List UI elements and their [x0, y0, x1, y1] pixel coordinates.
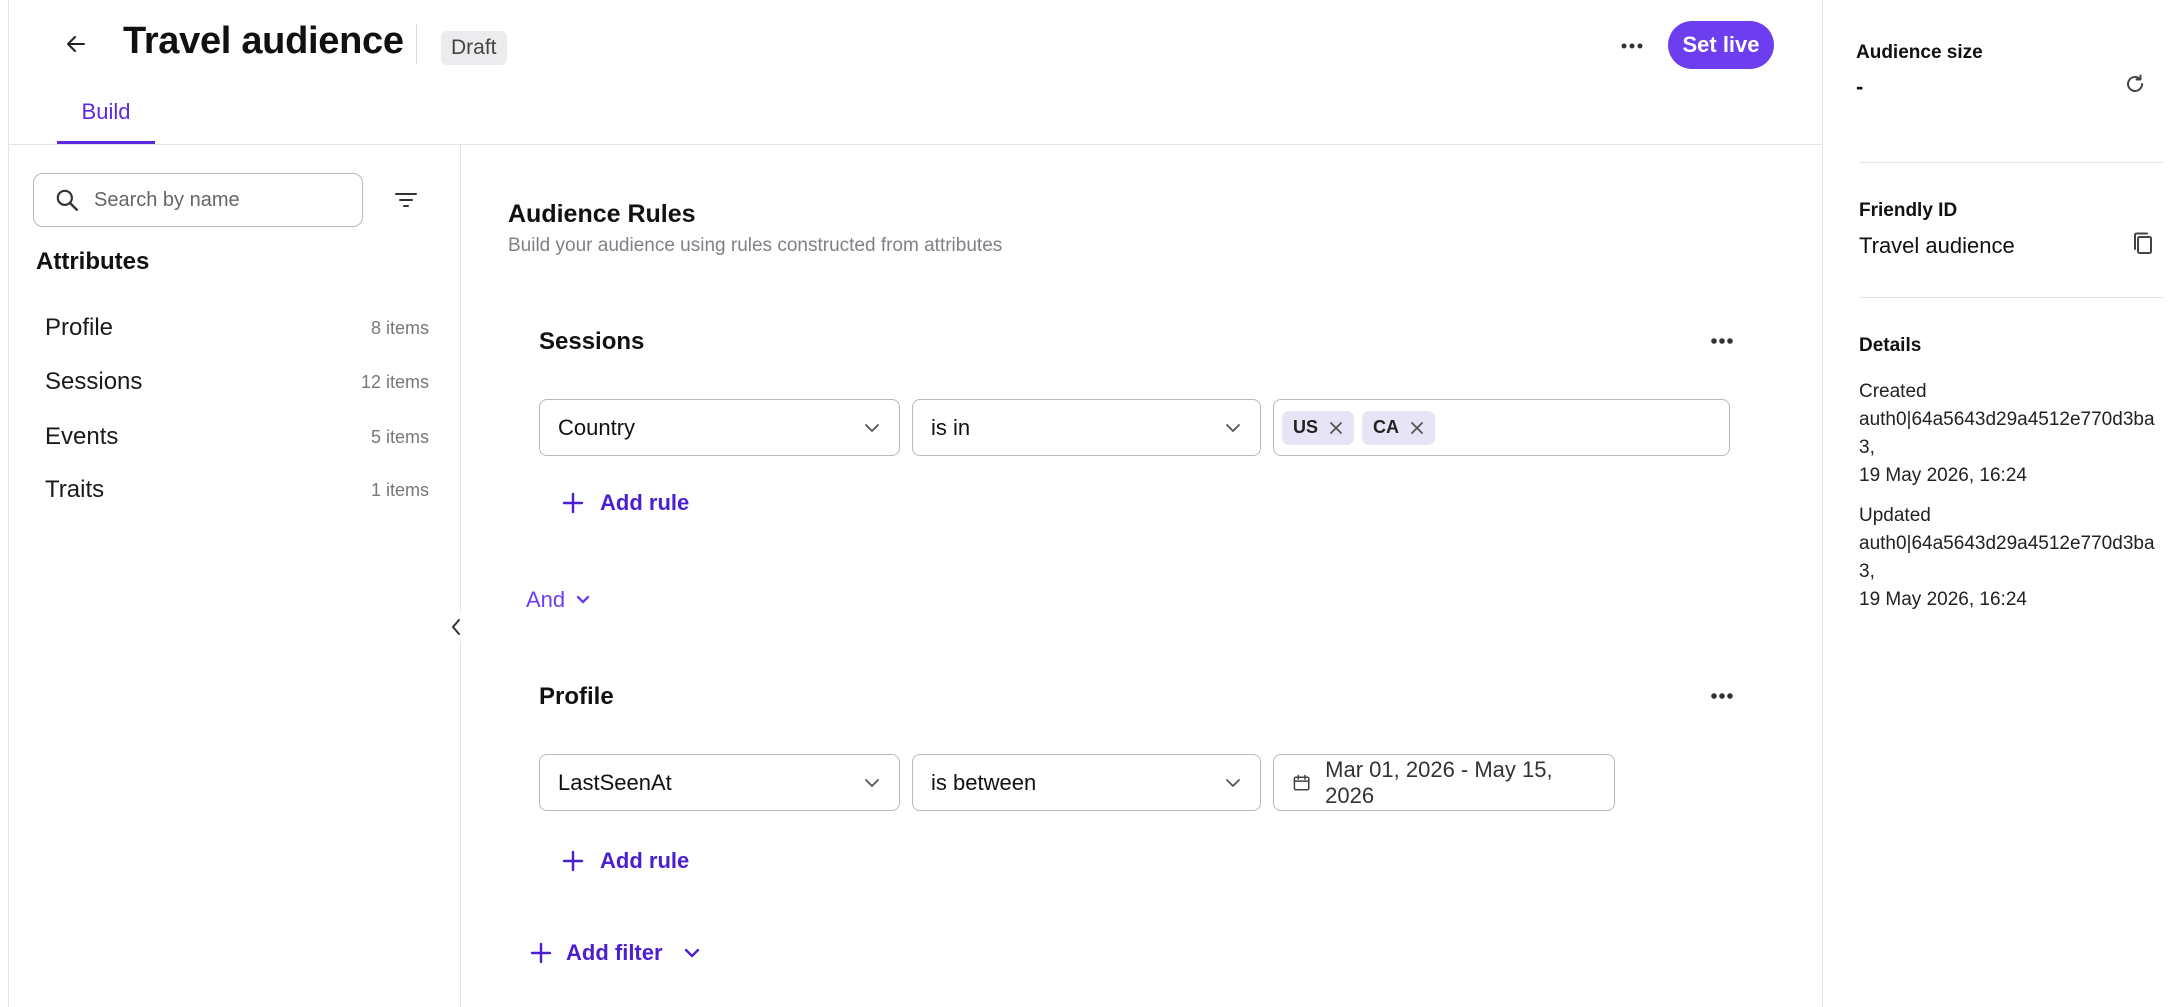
add-rule-label: Add rule	[600, 490, 690, 515]
attribute-select[interactable]: Country	[539, 399, 900, 456]
sidebar-item-sessions[interactable]: Sessions 12 items	[33, 356, 433, 408]
updated-info: Updated auth0|64a5643d29a4512e770d3ba 3,…	[1859, 502, 2159, 614]
friendly-id-value: Travel audience	[1859, 233, 2015, 258]
created-by-line2: 3,	[1859, 437, 1875, 458]
remove-chip-button[interactable]	[1326, 418, 1346, 438]
details-heading: Details	[1859, 335, 1922, 356]
filter-icon	[395, 193, 417, 207]
copy-icon	[2134, 232, 2152, 254]
left-edge-divider	[8, 0, 9, 1007]
rule-group-more-button[interactable]	[1702, 681, 1742, 711]
refresh-button[interactable]	[2118, 67, 2152, 101]
header-divider	[8, 144, 1822, 145]
updated-by-line1: auth0|64a5643d29a4512e770d3ba	[1859, 533, 2155, 554]
sidebar-item-count: 12 items	[360, 371, 429, 392]
rule-group-more-button[interactable]	[1702, 326, 1742, 356]
calendar-icon	[1293, 774, 1310, 790]
close-icon	[1411, 421, 1423, 434]
remove-chip-button[interactable]	[1407, 418, 1427, 438]
attribute-select-value: Country	[558, 414, 636, 440]
attributes-heading: Attributes	[36, 248, 150, 275]
plus-icon	[562, 492, 584, 514]
refresh-icon	[2127, 74, 2143, 92]
sidebar-item-label: Sessions	[45, 368, 143, 395]
sidebar-item-label: Events	[45, 423, 119, 450]
friendly-id-label: Friendly ID	[1859, 200, 1958, 221]
sidebar-item-profile[interactable]: Profile 8 items	[33, 302, 433, 354]
status-badge: Draft	[441, 31, 507, 65]
chevron-down-icon	[1226, 423, 1240, 432]
operator-select[interactable]: is in	[912, 399, 1261, 456]
updated-by-line2: 3,	[1859, 561, 1875, 582]
more-horizontal-icon	[1621, 43, 1643, 49]
operator-select[interactable]: is between	[912, 754, 1261, 811]
more-horizontal-icon	[1711, 693, 1733, 699]
chevron-down-icon	[865, 778, 879, 787]
chevron-down-icon	[1226, 778, 1240, 787]
operator-select-value: is in	[931, 414, 971, 440]
search-icon	[56, 189, 78, 211]
sidebar-item-traits[interactable]: Traits 1 items	[33, 464, 433, 516]
created-label: Created	[1859, 381, 1927, 402]
created-at: 19 May 2026, 16:24	[1859, 465, 2027, 486]
add-rule-button[interactable]: Add rule	[562, 848, 689, 874]
chip-label: CA	[1373, 417, 1400, 437]
panel-divider	[1859, 297, 2163, 298]
rule-group-title: Profile	[539, 683, 614, 710]
search-input[interactable]	[94, 188, 344, 212]
sidebar-item-label: Traits	[45, 476, 105, 503]
sidebar-item-count: 1 items	[370, 479, 429, 500]
rule-group-title: Sessions	[539, 328, 645, 355]
add-rule-button[interactable]: Add rule	[562, 490, 689, 516]
sidebar-item-events[interactable]: Events 5 items	[33, 411, 433, 463]
add-filter-label: Add filter	[566, 940, 663, 965]
value-chip: US	[1282, 410, 1355, 445]
value-chip: CA	[1362, 410, 1436, 445]
combinator-label: And	[526, 587, 566, 612]
close-icon	[1330, 421, 1342, 434]
title-divider	[416, 24, 417, 64]
more-actions-button[interactable]	[1612, 28, 1652, 64]
sidebar-item-label: Profile	[45, 314, 114, 341]
add-filter-button[interactable]: Add filter	[530, 940, 701, 966]
audience-rules-subtitle: Build your audience using rules construc…	[508, 235, 1003, 256]
panel-divider	[1859, 162, 2163, 163]
chevron-down-icon	[684, 948, 699, 958]
chip-label: US	[1293, 417, 1319, 437]
arrow-left-icon	[67, 36, 85, 52]
sidebar-item-count: 8 items	[370, 317, 429, 338]
attribute-select-value: LastSeenAt	[558, 769, 672, 795]
audience-rules-title: Audience Rules	[508, 200, 696, 228]
set-live-button[interactable]: Set live	[1668, 21, 1774, 69]
values-multiselect[interactable]: US CA	[1273, 399, 1730, 456]
search-field[interactable]	[33, 173, 363, 227]
date-range-value: Mar 01, 2026 - May 15, 2026	[1325, 756, 1553, 808]
updated-at: 19 May 2026, 16:24	[1859, 589, 2027, 610]
combinator-dropdown[interactable]: And	[526, 587, 591, 613]
copy-button[interactable]	[2126, 227, 2160, 261]
tab-build[interactable]: Build	[57, 99, 155, 145]
attribute-select[interactable]: LastSeenAt	[539, 754, 900, 811]
sidebar-item-count: 5 items	[370, 426, 429, 447]
collapse-sidebar-button[interactable]	[441, 612, 471, 642]
chevron-down-icon	[576, 595, 590, 604]
chevron-down-icon	[865, 423, 879, 432]
plus-icon	[530, 942, 552, 964]
add-rule-label: Add rule	[600, 848, 690, 873]
plus-icon	[562, 850, 584, 872]
more-horizontal-icon	[1711, 338, 1733, 344]
audience-size-value: -	[1856, 74, 1864, 99]
back-button[interactable]	[56, 24, 96, 64]
audience-size-label: Audience size	[1856, 42, 1983, 63]
details-panel-divider	[1822, 0, 1823, 1007]
date-range-picker[interactable]: Mar 01, 2026 - May 15, 2026	[1273, 754, 1615, 811]
chevron-left-icon	[452, 619, 460, 635]
sidebar-divider	[460, 145, 461, 1007]
updated-label: Updated	[1859, 505, 1931, 526]
filter-button[interactable]	[390, 182, 422, 218]
operator-select-value: is between	[931, 769, 1037, 795]
page-title: Travel audience	[123, 20, 404, 62]
created-info: Created auth0|64a5643d29a4512e770d3ba 3,…	[1859, 378, 2159, 490]
created-by-line1: auth0|64a5643d29a4512e770d3ba	[1859, 409, 2155, 430]
